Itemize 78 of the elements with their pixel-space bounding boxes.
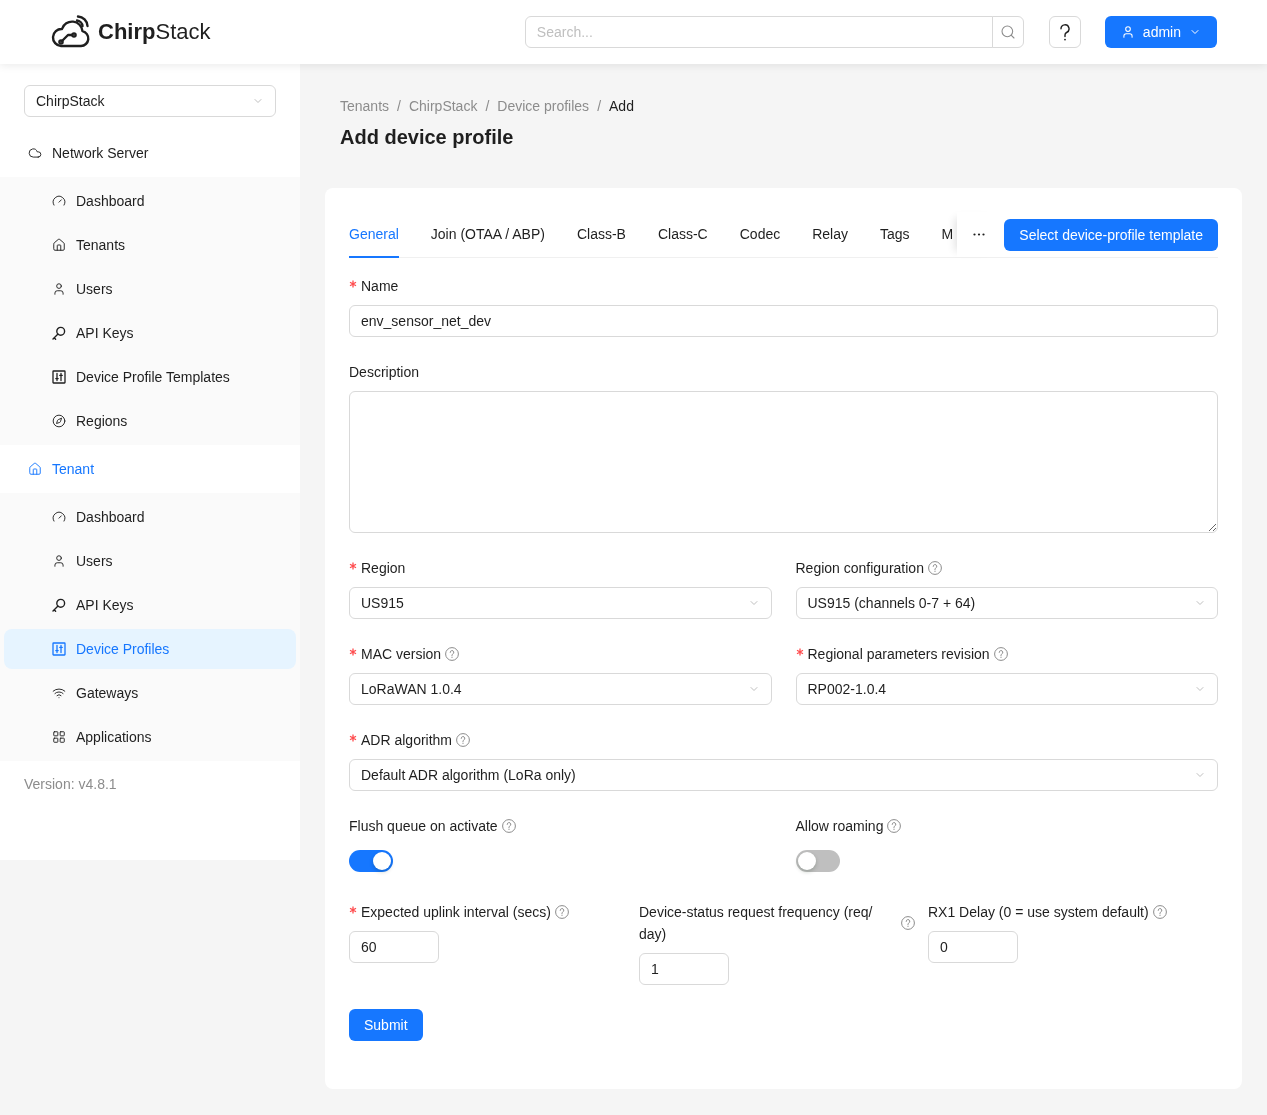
tab[interactable]: Relay: [812, 212, 848, 258]
user-icon: [52, 282, 66, 296]
tab[interactable]: Codec: [739, 212, 781, 258]
menu-item[interactable]: Dashboard: [4, 181, 296, 221]
menu-item[interactable]: Dashboard: [4, 497, 296, 537]
tab[interactable]: Class-B: [576, 212, 626, 258]
menu-item[interactable]: API Keys: [4, 585, 296, 625]
menu-item[interactable]: Device Profile Templates: [4, 357, 296, 397]
text-input[interactable]: env_sensor_net_dev: [349, 305, 1218, 337]
dropdown-field[interactable]: RP002-1.0.4: [795, 673, 1218, 705]
breadcrumb-separator: /: [485, 97, 490, 116]
menu-item[interactable]: Users: [4, 541, 296, 581]
menu-item[interactable]: Gateways: [4, 673, 296, 713]
search-field[interactable]: Search...: [524, 16, 993, 48]
menu-item[interactable]: Tenants: [4, 225, 296, 265]
menu-item[interactable]: Applications: [4, 717, 296, 757]
field-label: Region configuration: [795, 559, 924, 578]
help-button[interactable]: [1048, 16, 1081, 48]
breadcrumb-current: Add: [609, 97, 634, 116]
gauge-icon: [52, 194, 66, 208]
menu-section[interactable]: Tenant: [4, 449, 296, 489]
template-button[interactable]: Select device-profile template: [1004, 218, 1218, 251]
user-icon: [1120, 25, 1135, 39]
dropdown-field[interactable]: LoRaWAN 1.0.4: [349, 673, 772, 705]
tab[interactable]: Class-C: [657, 212, 708, 258]
tenant-select[interactable]: ChirpStack: [24, 85, 276, 117]
menu-section[interactable]: Network Server: [4, 133, 296, 173]
tab[interactable]: Tags: [880, 212, 910, 258]
gauge-icon: [52, 510, 66, 524]
user-icon: [52, 554, 66, 568]
field-label: Regional parameters revision: [807, 645, 990, 664]
logo-icon: [50, 15, 92, 49]
house-icon: [28, 462, 42, 476]
submit-button[interactable]: Submit: [349, 1009, 423, 1041]
field-label: Device-status request frequency (req/day): [639, 903, 874, 944]
house-icon: [52, 238, 66, 252]
tab[interactable]: M: [941, 212, 954, 258]
field-label: Description: [349, 363, 420, 382]
field-label: Flush queue on activate: [349, 817, 498, 836]
sliders-icon: [52, 370, 66, 384]
cloud-icon: [28, 146, 42, 160]
search-icon: [999, 24, 1016, 40]
question-icon: [1059, 23, 1070, 41]
toggle-switch[interactable]: [795, 850, 840, 872]
toggle-switch[interactable]: [349, 850, 393, 872]
menu-item[interactable]: Regions: [4, 401, 296, 441]
tab[interactable]: General: [349, 212, 399, 258]
number-input[interactable]: 1: [639, 953, 729, 985]
key-icon: [52, 598, 66, 612]
field-label: Expected uplink interval (secs): [361, 903, 551, 922]
breadcrumb-separator: /: [597, 97, 601, 116]
wifi-icon: [52, 686, 66, 700]
grid-icon: [52, 730, 66, 744]
field-label: RX1 Delay (0 = use system default): [928, 903, 1149, 922]
logo-text: ChirpStack: [98, 18, 211, 46]
menu-item[interactable]: Device Profiles: [4, 629, 296, 669]
field-label: Name: [361, 277, 399, 296]
search-button[interactable]: [991, 16, 1024, 48]
menu-item[interactable]: API Keys: [4, 313, 296, 353]
tab[interactable]: Join (OTAA / ABP): [430, 212, 545, 258]
key-icon: [52, 326, 66, 340]
page-title: Add device profile: [340, 125, 514, 150]
dropdown-field[interactable]: US915 (channels 0-7 + 64): [795, 587, 1218, 619]
menu-item[interactable]: Users: [4, 269, 296, 309]
version-text: Version: v4.8.1: [23, 775, 118, 794]
breadcrumb-separator: /: [397, 97, 401, 116]
number-input[interactable]: 0: [928, 931, 1018, 963]
field-label: MAC version: [361, 645, 442, 664]
dropdown-field[interactable]: Default ADR algorithm (LoRa only): [349, 759, 1218, 791]
more-icon: [973, 233, 986, 236]
field-label: Region: [361, 559, 406, 578]
compass-icon: [52, 414, 66, 428]
field-label: ADR algorithm: [361, 731, 453, 750]
dropdown-field[interactable]: US915: [349, 587, 772, 619]
user-menu-button[interactable]: admin: [1104, 16, 1217, 48]
number-input[interactable]: 60: [349, 931, 439, 963]
field-label: Allow roaming: [795, 817, 884, 836]
sliders-icon: [52, 642, 66, 656]
